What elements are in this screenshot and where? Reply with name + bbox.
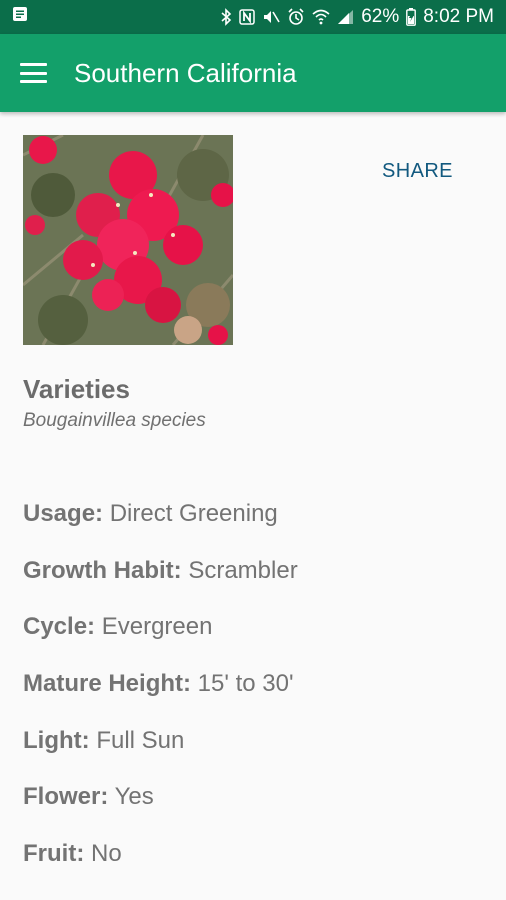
signal-icon bbox=[337, 9, 354, 25]
attribute-label: Cycle: bbox=[23, 613, 96, 641]
plant-detail: SHARE Varieties Bougainvillea species Us… bbox=[0, 112, 506, 900]
alarm-icon bbox=[287, 8, 305, 26]
attribute-label: Growth Habit: bbox=[23, 556, 182, 584]
battery-charging-icon bbox=[406, 8, 417, 26]
wifi-icon bbox=[312, 9, 330, 25]
attribute-fruit: Fruit: No bbox=[23, 842, 298, 899]
attribute-value: Evergreen bbox=[101, 613, 213, 641]
attribute-list: Usage: Direct Greening Growth Habit: Scr… bbox=[23, 502, 298, 899]
attribute-value: Yes bbox=[114, 783, 154, 811]
share-button[interactable]: SHARE bbox=[382, 160, 453, 183]
status-time: 8:02 PM bbox=[423, 6, 494, 27]
attribute-mature-height: Mature Height: 15' to 30' bbox=[23, 672, 298, 729]
attribute-growth-habit: Growth Habit: Scrambler bbox=[23, 556, 298, 616]
attribute-value: Direct Greening bbox=[109, 500, 278, 527]
attribute-label: Fruit: bbox=[23, 840, 85, 868]
attribute-value: No bbox=[90, 840, 122, 868]
attribute-usage: Usage: Direct Greening bbox=[23, 502, 298, 559]
status-bar: 62% 8:02 PM bbox=[0, 0, 506, 34]
bluetooth-icon bbox=[221, 8, 232, 26]
battery-percent: 62% bbox=[361, 6, 400, 27]
hamburger-menu-icon[interactable] bbox=[20, 63, 47, 83]
notification-icon bbox=[12, 6, 28, 28]
attribute-label: Light: bbox=[23, 726, 90, 754]
attribute-value: Scrambler bbox=[188, 556, 298, 584]
plant-species: Bougainvillea species bbox=[23, 410, 206, 431]
attribute-value: 15' to 30' bbox=[197, 670, 294, 698]
attribute-light: Light: Full Sun bbox=[23, 726, 298, 786]
attribute-label: Usage: bbox=[23, 500, 104, 527]
nfc-icon bbox=[239, 9, 255, 25]
mute-icon bbox=[262, 9, 280, 25]
plant-name: Varieties bbox=[23, 374, 130, 404]
attribute-label: Flower: bbox=[23, 783, 109, 811]
attribute-flower: Flower: Yes bbox=[23, 785, 298, 842]
attribute-label: Mature Height: bbox=[23, 670, 191, 698]
app-bar: Southern California bbox=[0, 34, 506, 112]
attribute-value: Full Sun bbox=[96, 726, 185, 754]
plant-photo bbox=[23, 135, 233, 345]
attribute-cycle: Cycle: Evergreen bbox=[23, 615, 298, 672]
page-title: Southern California bbox=[74, 57, 297, 88]
